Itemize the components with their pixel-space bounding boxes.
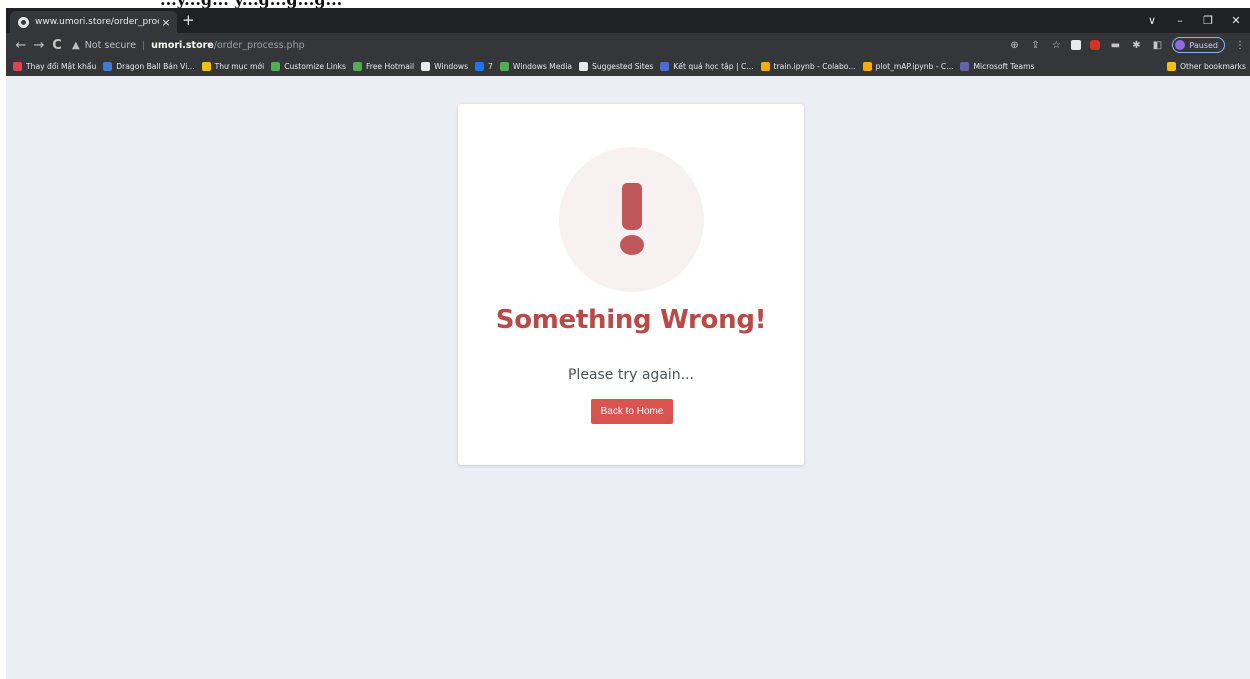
profile-status: Paused [1189,40,1218,50]
bookmark-icon [760,62,770,71]
exclamation-icon [559,147,704,292]
other-bookmarks-label: Other bookmarks [1179,62,1246,71]
other-bookmarks-folder[interactable]: Other bookmarks [1166,57,1246,76]
bookmark-icon [271,62,281,71]
address-bar[interactable]: ▲ Not secure | umori.store /order_proces… [72,36,1027,54]
bookmark-item[interactable]: plot_mAP.ipynb - C... [862,62,954,71]
adblock-extension-icon[interactable] [1090,40,1101,50]
tab-strip: www.umori.store/order_process.php × + ∨ … [6,8,1250,33]
bookmark-icon [579,62,588,71]
warning-icon: ▲ [72,39,80,51]
bookmark-label: Customize Links [284,62,346,71]
bookmark-label: Dragon Ball Bản Vi... [116,62,195,71]
address-separator: | [141,39,146,51]
back-button[interactable]: ← [12,38,30,53]
bookmark-icon [475,62,485,71]
side-panel-icon[interactable]: ◧ [1151,40,1163,51]
bookmark-item[interactable]: Dragon Ball Bản Vi... [103,62,195,71]
avatar [1175,40,1186,50]
bookmark-label: plot_mAP.ipynb - C... [875,62,954,71]
puzzle-icon[interactable]: ✱ [1130,40,1142,51]
menu-icon[interactable]: ⋮ [1234,40,1246,51]
bookmark-item[interactable]: Thư mục mới [201,62,265,71]
tab-close-icon[interactable]: × [159,16,173,29]
error-heading: Something Wrong! [495,305,767,335]
window-controls: ∨ – ❐ ✕ [1138,8,1250,33]
bookmark-item[interactable]: 7 [475,62,493,71]
minimize-button[interactable]: – [1166,8,1194,33]
bookmark-label: Free Hotmail [365,62,415,71]
bookmark-icon [862,62,872,71]
bookmark-icon [499,62,509,71]
tab-title: www.umori.store/order_process.php [35,17,159,27]
exclamation-dot [620,235,644,255]
bookmark-label: Windows Media [512,62,572,71]
share-icon[interactable]: ⇪ [1029,40,1041,51]
bookmark-item[interactable]: Windows [421,62,468,71]
browser-chrome: www.umori.store/order_process.php × + ∨ … [6,8,1250,76]
error-message: Please try again... [567,367,695,383]
bookmark-label: Windows [434,62,469,71]
bookmark-icon [660,62,670,71]
bookmark-item[interactable]: train.ipynb - Colabo... [760,62,856,71]
bookmark-label: train.ipynb - Colabo... [773,62,856,71]
bookmark-item[interactable]: Kết quả học tập | C... [660,62,754,71]
browser-tab[interactable]: www.umori.store/order_process.php × [10,11,177,33]
back-to-home-button[interactable]: Back to Home [591,399,673,424]
globe-icon [18,16,29,28]
bookmark-item[interactable]: Windows Media [499,62,572,71]
address-host: umori.store [151,39,214,51]
forward-button[interactable]: → [30,38,48,53]
page-content: Something Wrong! Please try again... Bac… [6,76,1250,679]
restore-button[interactable]: ❐ [1194,8,1222,33]
bookmark-label: Kết quả học tập | C... [673,62,754,71]
bookmark-icon [103,62,113,71]
cropped-header-text: ...y...g... y...g...g...g... [160,0,342,8]
bookmarks-bar: Thay đổi Mật khẩu Dragon Ball Bản Vi... Th… [6,57,1250,76]
address-path: /order_process.php [213,39,305,51]
folder-icon [1166,62,1176,71]
reload-button[interactable]: C [48,38,66,53]
bookmark-icon [352,62,362,71]
tab-search-icon[interactable]: ∨ [1138,8,1166,33]
zoom-icon[interactable]: ⊕ [1008,40,1020,51]
bookmark-icon [960,62,970,71]
bookmark-icon [201,62,211,71]
browser-toolbar: ← → C ▲ Not secure | umori.store /order_… [6,33,1250,57]
extension-icon[interactable] [1071,40,1082,50]
bookmark-item[interactable]: Suggested Sites [579,62,653,71]
error-card: Something Wrong! Please try again... Bac… [458,104,804,465]
bookmark-icon [13,62,22,71]
media-icon[interactable]: ▬ [1109,40,1121,51]
bookmark-label: Microsoft Teams [973,62,1035,71]
bookmark-icon [421,62,431,71]
security-label: Not secure [84,39,136,51]
bookmark-label: Thư mục mới [214,62,265,71]
bookmark-item[interactable]: Free Hotmail [352,62,415,71]
profile-button[interactable]: Paused [1172,37,1225,53]
bookmark-label: 7 [488,62,493,71]
bookmark-star-icon[interactable]: ☆ [1050,40,1062,51]
bookmark-label: Thay đổi Mật khẩu [26,62,97,71]
bookmark-label: Suggested Sites [592,62,654,71]
new-tab-button[interactable]: + [182,13,195,28]
exclamation-bar [622,183,642,230]
bookmark-item[interactable]: Customize Links [271,62,346,71]
cropped-header-strip: ...y...g... y...g...g...g... [0,0,1250,8]
toolbar-actions: ⊕ ⇪ ☆ ▬ ✱ ◧ Paused ⋮ [1008,36,1246,54]
bookmark-item[interactable]: Microsoft Teams [960,62,1034,71]
close-window-button[interactable]: ✕ [1222,8,1250,33]
bookmark-item[interactable]: Thay đổi Mật khẩu [13,62,96,71]
